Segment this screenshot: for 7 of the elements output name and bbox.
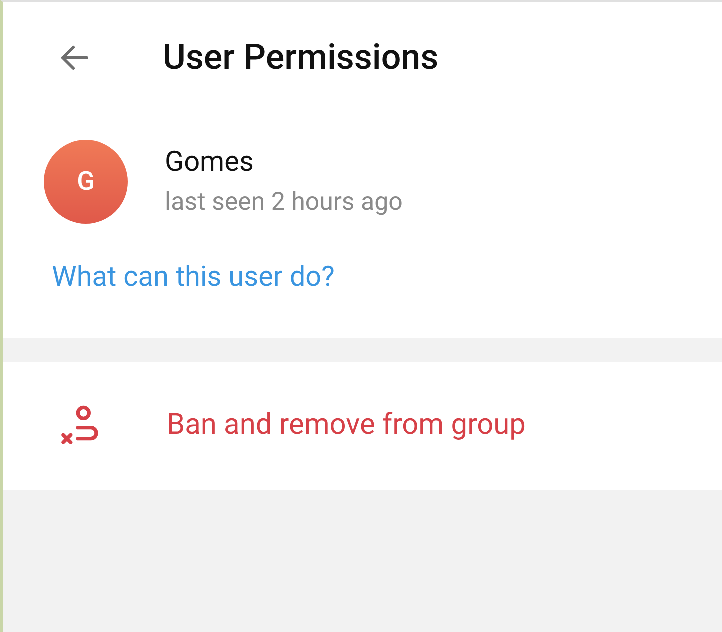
ban-row[interactable]: Ban and remove from group <box>3 362 722 490</box>
ban-label: Ban and remove from group <box>167 407 526 444</box>
avatar: G <box>44 140 128 224</box>
last-seen-status: last seen 2 hours ago <box>165 187 403 219</box>
page-title: User Permissions <box>163 36 439 80</box>
permissions-link[interactable]: What can this user do? <box>52 256 335 298</box>
user-name: Gomes <box>165 144 255 180</box>
